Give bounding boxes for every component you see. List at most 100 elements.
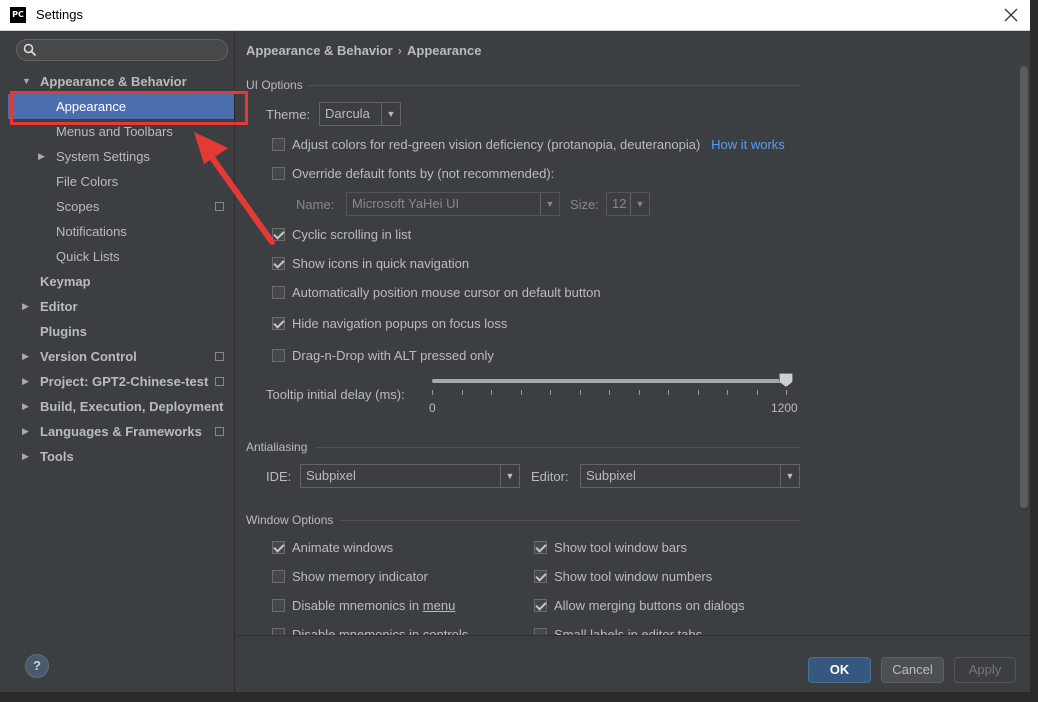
slider-tick [461,390,463,395]
close-button[interactable] [1000,4,1022,26]
drag-drop-alt-checkbox[interactable]: Drag-n-Drop with ALT pressed only [272,346,592,366]
sidebar-item-project[interactable]: ▶ Project: GPT2-Chinese-test [8,369,234,394]
sidebar-item-label: Quick Lists [56,249,120,264]
show-memory-checkbox[interactable]: Show memory indicator [272,567,492,587]
animate-windows-checkbox[interactable]: Animate windows [272,538,492,558]
checkbox-label: Override default fonts by (not recommend… [292,166,555,181]
chevron-down-icon: ▼ [540,193,559,215]
show-tool-window-bars-checkbox[interactable]: Show tool window bars [534,538,794,558]
pycharm-icon: PC [10,7,26,23]
disable-mnemonics-controls-checkbox[interactable]: Disable mnemonics in controls [272,625,492,635]
breadcrumb-current: Appearance [407,43,482,58]
group-title-window-options: Window Options [246,513,334,527]
editor-antialiasing-dropdown[interactable]: Subpixel ▼ [580,464,800,488]
checkbox-box [534,541,547,554]
tooltip-min-label: 0 [429,401,436,415]
checkbox-label: Small labels in editor tabs [554,627,703,635]
tooltip-delay-slider[interactable] [432,379,786,383]
auto-position-cursor-checkbox[interactable]: Automatically position mouse cursor on d… [272,283,672,303]
sidebar-item-editor[interactable]: ▶ Editor [8,294,234,319]
disable-mnemonics-menu-checkbox[interactable]: Disable mnemonics in menu [272,596,492,616]
checkbox-label: Animate windows [292,540,394,555]
small-labels-checkbox[interactable]: Small labels in editor tabs [534,625,794,635]
divider [308,85,800,86]
sidebar-item-label: Project: GPT2-Chinese-test [40,374,209,389]
checkbox-label: Disable mnemonics in menu [292,596,455,616]
mnemonics-menu-prefix: Disable mnemonics in [292,598,423,613]
chevron-down-icon: ▼ [500,465,519,487]
project-scope-icon [215,377,224,386]
highlight-box [10,91,248,125]
sidebar-item-label: Notifications [56,224,127,239]
theme-dropdown[interactable]: Darcula ▼ [319,102,401,126]
sidebar-item-quick-lists[interactable]: Quick Lists [8,244,234,269]
checkbox-box [272,349,285,362]
chevron-right-icon: ▶ [22,351,29,361]
checkbox-label: Show tool window numbers [554,569,713,584]
chevron-down-icon: ▼ [381,103,400,125]
checkbox-label: Show tool window bars [554,540,687,555]
slider-tick [668,390,669,395]
slider-tick [520,390,522,395]
sidebar-item-tools[interactable]: ▶ Tools [8,444,234,469]
checkbox-box [272,570,285,583]
hide-popups-checkbox[interactable]: Hide navigation popups on focus loss [272,314,592,334]
sidebar-item-label: Plugins [40,324,87,339]
cyclic-scrolling-checkbox[interactable]: Cyclic scrolling in list [272,225,572,245]
checkbox-label: Adjust colors for red-green vision defic… [292,135,785,155]
vertical-scrollbar[interactable] [1020,66,1028,508]
checkbox-box [534,570,547,583]
how-it-works-link[interactable]: How it works [711,137,785,152]
checkbox-box [272,599,285,612]
slider-thumb[interactable] [779,373,793,387]
show-icons-checkbox[interactable]: Show icons in quick navigation [272,254,572,274]
slider-tick [432,390,433,395]
apply-button[interactable]: Apply [954,657,1016,683]
help-button[interactable]: ? [25,654,49,678]
ide-aa-label: IDE: [266,469,292,484]
slider-tick [786,390,787,395]
chevron-right-icon: ▶ [38,151,45,161]
checkbox-box [272,317,285,330]
breadcrumb-parent: Appearance & Behavior [246,43,393,58]
sidebar-item-plugins[interactable]: Plugins [8,319,234,344]
checkbox-box [272,257,285,270]
checkbox-box [534,599,547,612]
chevron-down-icon: ▼ [780,465,799,487]
override-fonts-checkbox[interactable]: Override default fonts by (not recommend… [272,164,592,184]
tooltip-delay-label: Tooltip initial delay (ms): [266,387,405,402]
search-icon [23,43,37,57]
font-name-value: Microsoft YaHei UI [352,196,460,211]
checkbox-label: Automatically position mouse cursor on d… [292,285,601,300]
sidebar-item-version-control[interactable]: ▶ Version Control [8,344,234,369]
sidebar-item-label: Version Control [40,349,137,364]
slider-tick [491,390,492,395]
checkbox-label: Allow merging buttons on dialogs [554,598,745,613]
sidebar-item-label: Editor [40,299,78,314]
editor-aa-label: Editor: [531,469,569,484]
checkbox-box [534,628,547,635]
annotation-arrow-icon [194,132,275,245]
sidebar-item-build[interactable]: ▶ Build, Execution, Deployment [8,394,234,419]
slider-tick [756,390,758,395]
cancel-button[interactable]: Cancel [881,657,944,683]
mnemonics-menu-word: menu [422,598,456,613]
editor-aa-value: Subpixel [586,468,636,483]
sidebar-item-label: Tools [40,449,74,464]
show-tool-window-numbers-checkbox[interactable]: Show tool window numbers [534,567,794,587]
background-ide-right [1030,0,1038,702]
font-size-dropdown[interactable]: 12 ▼ [606,192,650,216]
sidebar-item-keymap[interactable]: Keymap [8,269,234,294]
slider-tick [727,390,728,395]
allow-merging-buttons-checkbox[interactable]: Allow merging buttons on dialogs [534,596,794,616]
adjust-colors-checkbox[interactable]: Adjust colors for red-green vision defic… [272,135,792,155]
dialog-footer: OK Cancel Apply [236,635,1030,692]
ok-button[interactable]: OK [808,657,871,683]
theme-value: Darcula [325,106,370,121]
sidebar-item-languages[interactable]: ▶ Languages & Frameworks [8,419,234,444]
ide-antialiasing-dropdown[interactable]: Subpixel ▼ [300,464,520,488]
theme-label: Theme: [266,107,311,122]
font-name-dropdown[interactable]: Microsoft YaHei UI ▼ [346,192,560,216]
group-title-ui-options: UI Options [246,78,303,92]
search-input[interactable] [16,39,228,61]
